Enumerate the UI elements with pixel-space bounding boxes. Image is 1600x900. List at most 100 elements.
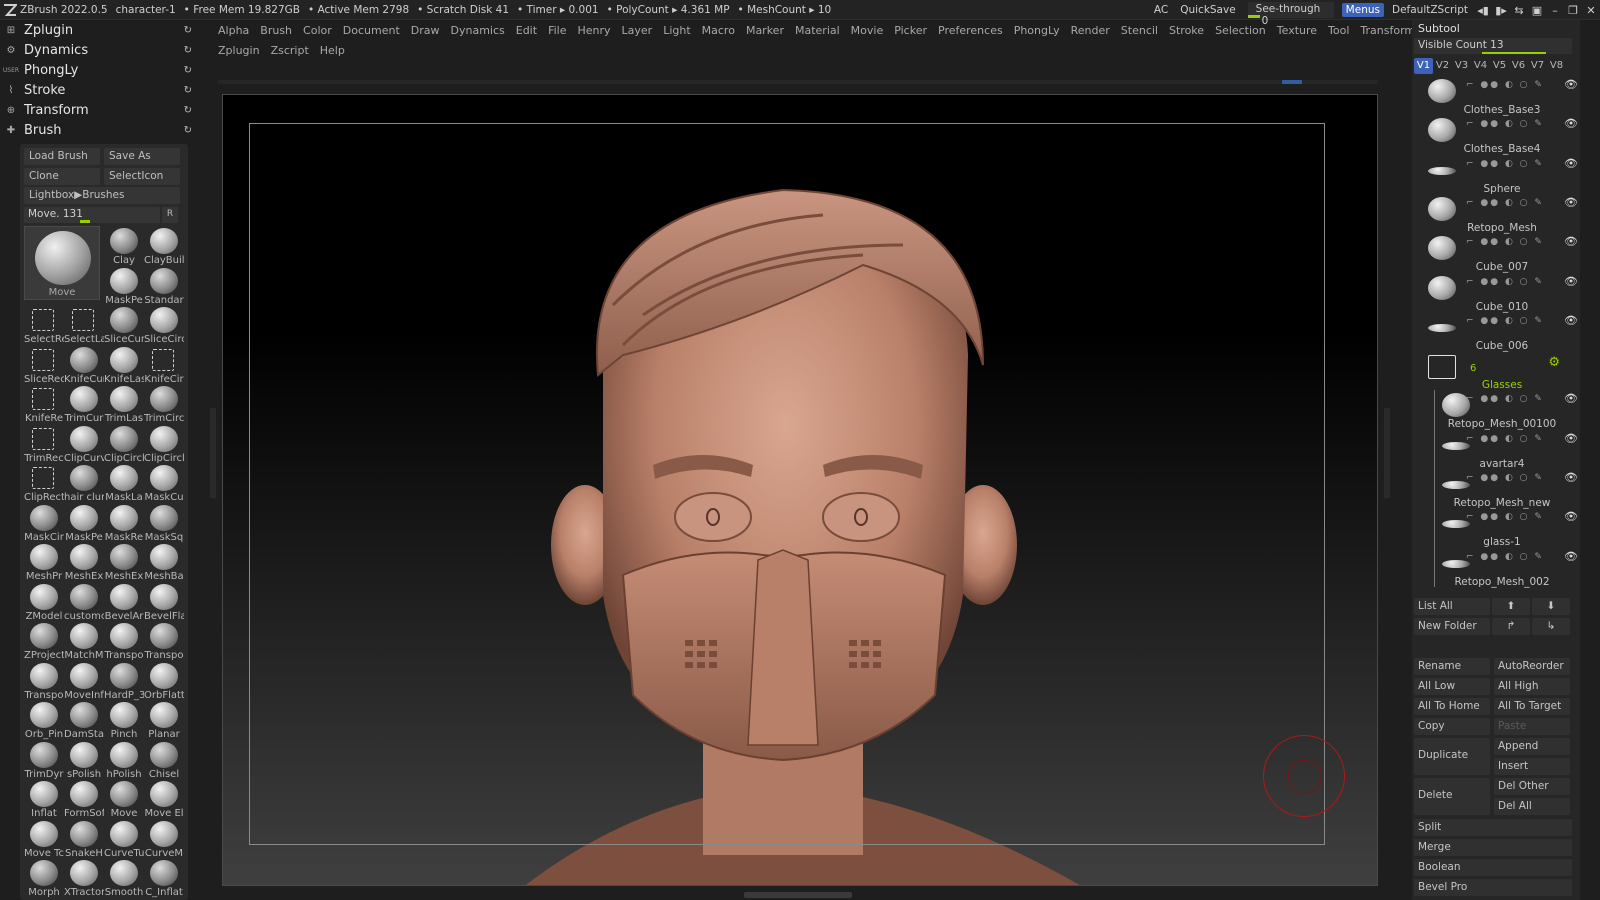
menu-document[interactable]: Document [343, 24, 400, 37]
brush-item[interactable]: Pinch [104, 700, 144, 740]
brush-item[interactable]: TrimCur [64, 384, 104, 424]
brush-item[interactable]: Orb_Pin [24, 700, 64, 740]
menu-zplugin[interactable]: Zplugin [218, 44, 260, 57]
brush-item[interactable]: BevelAr [104, 582, 144, 622]
swap-icon[interactable]: ⇆ [1510, 4, 1528, 17]
menu-help[interactable]: Help [320, 44, 345, 57]
menus-toggle[interactable]: Menus [1341, 3, 1384, 17]
subtool-item[interactable]: ⌐ ●● ◐ ○ ✎ 👁 glass-1 [1412, 508, 1580, 548]
version-tab-v6[interactable]: V6 [1509, 58, 1528, 74]
move-down-icon[interactable]: ⬇ [1532, 598, 1570, 615]
menu-dynamics[interactable]: Dynamics [451, 24, 505, 37]
palette-stroke[interactable]: ⌇ Stroke ↻ [0, 80, 200, 100]
brush-move-slider[interactable]: Move. 131 [24, 207, 160, 223]
subtool-controls-icon[interactable]: ⌐ ●● ◐ ○ ✎ [1466, 80, 1544, 90]
brush-item[interactable]: Move [104, 779, 144, 819]
paste-button[interactable]: Paste [1494, 718, 1570, 735]
window-icon[interactable]: ▣ [1528, 4, 1546, 17]
default-zscript-button[interactable]: DefaultZScript [1392, 4, 1468, 16]
menu-draw[interactable]: Draw [411, 24, 440, 37]
menu-alpha[interactable]: Alpha [218, 24, 249, 37]
brush-item[interactable]: Morph [24, 858, 64, 898]
visibility-eye-icon[interactable]: 👁 [1564, 157, 1578, 170]
visibility-eye-icon[interactable]: 👁 [1564, 432, 1578, 445]
brush-item[interactable]: Chisel [144, 740, 184, 780]
shelf-indicator[interactable] [1282, 80, 1302, 84]
subtool-item[interactable]: ⌐ ●● ◐ ○ ✎ 👁 Cube_006 [1412, 312, 1580, 352]
brush-item[interactable]: KnifeLas [104, 345, 144, 385]
visibility-eye-icon[interactable]: 👁 [1564, 275, 1578, 288]
menu-henry[interactable]: Henry [577, 24, 610, 37]
split-section[interactable]: Split [1414, 819, 1572, 836]
palette-brush[interactable]: ✚ Brush ↻ [0, 120, 200, 140]
new-folder-button[interactable]: New Folder [1414, 618, 1490, 635]
brush-item[interactable]: C_Inflat [144, 858, 184, 898]
brush-item[interactable]: MaskSq [144, 503, 184, 543]
subtool-controls-icon[interactable]: ⌐ ●● ◐ ○ ✎ [1466, 237, 1544, 247]
refresh-icon[interactable]: ↻ [184, 125, 192, 136]
all-low-button[interactable]: All Low [1414, 678, 1490, 695]
reset-button[interactable]: R [162, 207, 178, 223]
maximize-icon[interactable]: ❐ [1564, 4, 1582, 17]
brush-item[interactable]: KnifeRe [24, 384, 64, 424]
brush-item[interactable]: MaskCir [24, 503, 64, 543]
subtool-folder[interactable]: 6 ⚙ Glasses [1412, 351, 1580, 391]
brush-item[interactable]: KnifeCir [144, 345, 184, 385]
menu-zscript[interactable]: Zscript [271, 44, 309, 57]
subtool-controls-icon[interactable]: ⌐ ●● ◐ ○ ✎ [1466, 277, 1544, 287]
brush-item[interactable]: Smooth [104, 858, 144, 898]
visibility-eye-icon[interactable]: 👁 [1564, 235, 1578, 248]
brush-item[interactable]: ClipCurv [64, 424, 104, 464]
menu-macro[interactable]: Macro [702, 24, 735, 37]
load-brush-button[interactable]: Load Brush [24, 148, 100, 165]
list-all-button[interactable]: List All [1414, 598, 1490, 615]
del-other-button[interactable]: Del Other [1494, 778, 1570, 795]
subtool-controls-icon[interactable]: ⌐ ●● ◐ ○ ✎ [1466, 119, 1544, 129]
visibility-eye-icon[interactable]: 👁 [1564, 392, 1578, 405]
brush-item[interactable]: ClayBuil [144, 226, 184, 266]
brush-item[interactable]: TrimDyr [24, 740, 64, 780]
menu-brush[interactable]: Brush [260, 24, 292, 37]
refresh-icon[interactable]: ↻ [184, 85, 192, 96]
brush-item[interactable]: hPolish [104, 740, 144, 780]
menu-material[interactable]: Material [795, 24, 840, 37]
visibility-eye-icon[interactable]: 👁 [1564, 471, 1578, 484]
folder-gear-icon[interactable]: ⚙ [1548, 355, 1560, 370]
bevel-pro-section[interactable]: Bevel Pro [1414, 879, 1572, 896]
refresh-icon[interactable]: ↻ [184, 105, 192, 116]
layout-left-icon[interactable]: ◂▮ [1474, 4, 1492, 17]
brush-item[interactable]: MeshBa [144, 542, 184, 582]
brush-item[interactable]: TrimLas [104, 384, 144, 424]
visibility-eye-icon[interactable]: 👁 [1564, 196, 1578, 209]
version-tab-v3[interactable]: V3 [1452, 58, 1471, 74]
brush-item[interactable]: OrbFlatt [144, 661, 184, 701]
brush-item[interactable]: XTractor [64, 858, 104, 898]
brush-item[interactable]: KnifeCur [64, 345, 104, 385]
brush-item[interactable]: ClipCircl [144, 424, 184, 464]
brush-item[interactable]: TrimRec [24, 424, 64, 464]
del-all-button[interactable]: Del All [1494, 798, 1570, 815]
copy-button[interactable]: Copy [1414, 718, 1490, 735]
brush-item[interactable]: SliceCirc [144, 305, 184, 345]
subtool-controls-icon[interactable]: ⌐ ●● ◐ ○ ✎ [1466, 198, 1544, 208]
merge-section[interactable]: Merge [1414, 839, 1572, 856]
menu-transform[interactable]: Transform [1360, 24, 1415, 37]
select-icon-button[interactable]: SelectIcon [104, 168, 180, 185]
brush-item[interactable]: MeshPr [24, 542, 64, 582]
brush-item[interactable]: MeshEx [64, 542, 104, 582]
subtool-item[interactable]: ⌐ ●● ◐ ○ ✎ 👁 Clothes_Base4 [1412, 115, 1580, 155]
refresh-icon[interactable]: ↻ [184, 65, 192, 76]
brush-item[interactable]: MeshEx [104, 542, 144, 582]
version-tab-v4[interactable]: V4 [1471, 58, 1490, 74]
lightbox-brushes-button[interactable]: Lightbox▶Brushes [24, 187, 180, 204]
minimize-icon[interactable]: – [1546, 4, 1564, 17]
brush-item[interactable]: ZProject [24, 621, 64, 661]
brush-item[interactable]: Standar [144, 266, 184, 306]
version-tab-v2[interactable]: V2 [1433, 58, 1452, 74]
menu-edit[interactable]: Edit [516, 24, 537, 37]
subtool-controls-icon[interactable]: ⌐ ●● ◐ ○ ✎ [1466, 434, 1544, 444]
visibility-eye-icon[interactable]: 👁 [1564, 78, 1578, 91]
version-tab-v7[interactable]: V7 [1528, 58, 1547, 74]
all-high-button[interactable]: All High [1494, 678, 1570, 695]
brush-item[interactable]: MaskRe [104, 503, 144, 543]
